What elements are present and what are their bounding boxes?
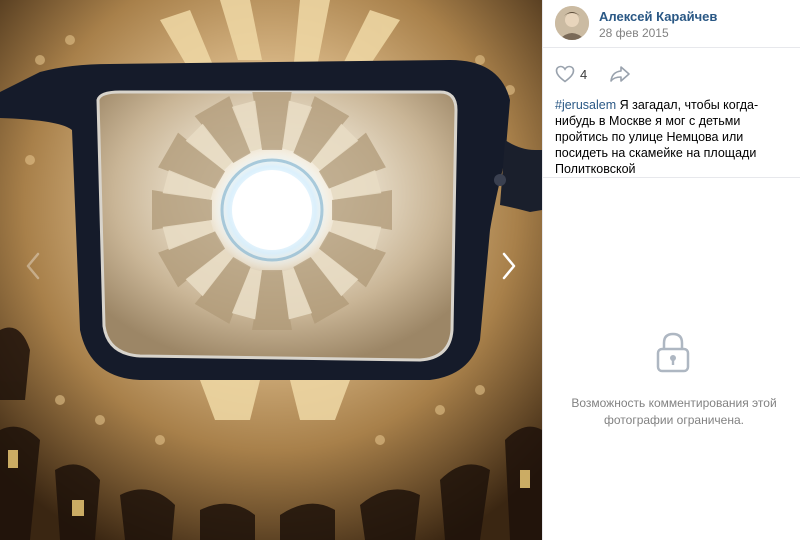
divider — [543, 47, 800, 48]
divider — [543, 177, 800, 178]
comments-closed-message: Возможность комментирования этой фотогра… — [571, 396, 777, 427]
avatar-image — [555, 6, 589, 40]
info-panel: Алексей Карайчев 28 фев 2015 4 #jerusale… — [542, 0, 800, 540]
chevron-right-icon — [502, 252, 516, 280]
photo-image[interactable] — [0, 0, 542, 540]
author-block: Алексей Карайчев 28 фев 2015 — [555, 6, 795, 44]
avatar[interactable] — [555, 6, 589, 40]
chevron-left-icon — [26, 252, 40, 280]
post-date[interactable]: 28 фев 2015 — [599, 26, 669, 40]
heart-icon — [555, 65, 575, 83]
post-caption: #jerusalem Я загадал, чтобы когда-нибудь… — [555, 97, 795, 177]
like-button[interactable]: 4 — [555, 63, 595, 85]
lock-icon — [656, 332, 690, 373]
share-button[interactable] — [609, 63, 635, 85]
photo-viewer — [0, 0, 542, 540]
comments-closed-block — [655, 331, 691, 375]
hashtag-link[interactable]: #jerusalem — [555, 98, 616, 112]
author-name[interactable]: Алексей Карайчев — [599, 9, 717, 24]
like-count: 4 — [580, 66, 588, 82]
previous-photo-button[interactable] — [18, 248, 48, 284]
share-arrow-icon — [610, 66, 630, 82]
next-photo-button[interactable] — [494, 248, 524, 284]
